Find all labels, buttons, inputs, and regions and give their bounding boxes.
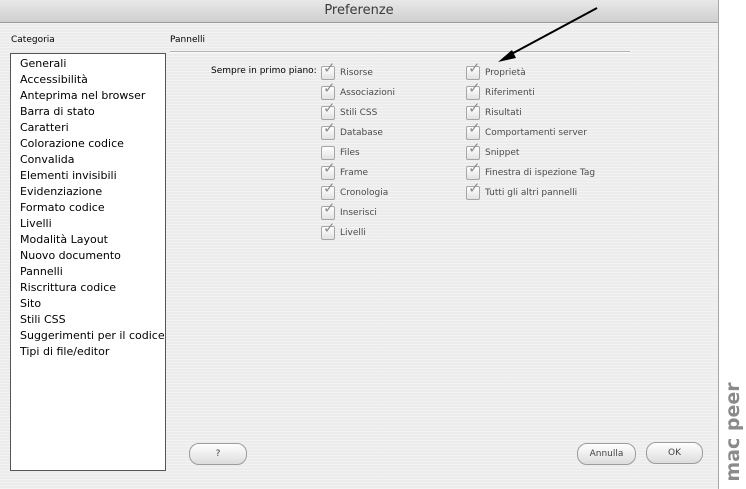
category-label: Categoria <box>11 35 55 45</box>
checkbox-label: Inserisci <box>340 208 377 218</box>
checkbox[interactable]: ✓ <box>466 121 481 140</box>
checkbox[interactable] <box>321 146 335 160</box>
checkmark-icon: ✓ <box>468 79 481 97</box>
cancel-button[interactable]: Annulla <box>577 443 636 465</box>
panel-checkbox-row[interactable]: ✓ Comportamenti server <box>466 121 595 143</box>
checkbox-label: Files <box>340 148 360 158</box>
checkmark-icon: ✓ <box>323 119 336 137</box>
checkmark-icon: ✓ <box>468 179 481 197</box>
panel-checkbox-row[interactable]: ✓ Risultati <box>466 101 595 123</box>
checkbox-label: Snippet <box>485 148 520 158</box>
watermark: mac peer <box>719 378 746 486</box>
category-item[interactable]: Riscrittura codice <box>11 280 165 296</box>
category-item[interactable]: Anteprima nel browser <box>11 88 165 104</box>
category-item[interactable]: Formato codice <box>11 200 165 216</box>
watermark-text: mac peer <box>721 382 744 482</box>
checkbox-label: Stili CSS <box>340 108 378 118</box>
checkmark-icon: ✓ <box>468 119 481 137</box>
checkbox[interactable]: ✓ <box>321 81 336 100</box>
preferences-window: Preferenze Categoria Generali Accessibili… <box>0 0 719 489</box>
checkbox[interactable]: ✓ <box>466 181 481 200</box>
checkbox-label: Frame <box>340 168 369 178</box>
checkmark-icon: ✓ <box>323 99 336 117</box>
checkmark-icon: ✓ <box>323 79 336 97</box>
checkbox[interactable]: ✓ <box>321 201 336 220</box>
category-item[interactable]: Modalità Layout <box>11 232 165 248</box>
checkmark-icon: ✓ <box>323 179 336 197</box>
category-item[interactable]: Nuovo documento <box>11 248 165 264</box>
checkbox-label: Finestra di ispezione Tag <box>485 168 596 178</box>
category-item[interactable]: Barra di stato <box>11 104 165 120</box>
window-title: Preferenze <box>0 0 718 23</box>
checkmark-icon: ✓ <box>468 99 481 117</box>
help-button[interactable]: ? <box>189 443 247 465</box>
checkmark-icon: ✓ <box>468 159 481 177</box>
checkmark-icon: ✓ <box>323 59 336 77</box>
checkbox-label: Tutti gli altri pannelli <box>485 188 578 198</box>
category-item[interactable]: Convalida <box>11 152 165 168</box>
checkmark-icon: ✓ <box>468 139 481 157</box>
category-item[interactable]: Pannelli <box>11 264 165 280</box>
checkmark-icon: ✓ <box>323 159 336 177</box>
panel-title: Pannelli <box>170 35 205 45</box>
checkbox[interactable]: ✓ <box>321 121 336 140</box>
checkbox[interactable]: ✓ <box>321 161 336 180</box>
always-on-top-label: Sempre in primo piano: <box>211 66 317 76</box>
annotation-arrow <box>498 7 598 62</box>
left-checkbox-column: ✓ Risorse ✓ Associazioni ✓ Stili CSS ✓ Database… <box>321 61 395 243</box>
checkbox-label: Database <box>340 128 383 138</box>
panel-checkbox-row[interactable]: ✓ Database <box>321 121 395 143</box>
checkbox-label: Riferimenti <box>485 88 535 98</box>
checkbox[interactable]: ✓ <box>466 101 481 120</box>
checkbox[interactable]: ✓ <box>321 61 336 80</box>
category-item[interactable]: Accessibilità <box>11 72 165 88</box>
category-item[interactable]: Stili CSS <box>11 312 165 328</box>
category-list[interactable]: Generali Accessibilità Anteprima nel brows… <box>10 53 166 471</box>
category-item[interactable]: Caratteri <box>11 120 165 136</box>
category-item[interactable]: Elementi invisibili <box>11 168 165 184</box>
category-item[interactable]: Tipi di file/editor <box>11 344 165 360</box>
panel-checkbox-row[interactable]: ✓ Livelli <box>321 221 395 243</box>
panel-checkbox-row[interactable]: ✓ Finestra di ispezione Tag <box>466 161 596 183</box>
panel-checkbox-row[interactable]: ✓ Snippet <box>466 141 595 163</box>
checkbox[interactable]: ✓ <box>466 141 481 160</box>
checkbox[interactable]: ✓ <box>321 221 336 240</box>
category-item[interactable]: Sito <box>11 296 165 312</box>
category-item[interactable]: Generali <box>11 56 165 72</box>
checkbox[interactable]: ✓ <box>466 81 481 100</box>
checkbox-label: Cronologia <box>340 188 389 198</box>
right-checkbox-column: ✓ Proprietà ✓ Riferimenti ✓ Risultati ✓ Comport… <box>466 61 596 203</box>
checkbox-label: Comportamenti server <box>485 128 587 138</box>
checkbox[interactable]: ✓ <box>321 101 336 120</box>
category-item[interactable]: Evidenziazione <box>11 184 165 200</box>
checkmark-icon: ✓ <box>468 59 481 77</box>
checkmark-icon: ✓ <box>323 219 336 237</box>
category-item[interactable]: Suggerimenti per il codice <box>11 328 165 344</box>
checkbox[interactable]: ✓ <box>466 161 481 180</box>
checkbox-label: Associazioni <box>340 88 395 98</box>
ok-button[interactable]: OK <box>646 442 703 464</box>
panel-checkbox-row[interactable]: ✓ Tutti gli altri pannelli <box>466 181 595 203</box>
checkbox-label: Risultati <box>485 108 522 118</box>
checkmark-icon: ✓ <box>323 199 336 217</box>
category-item[interactable]: Livelli <box>11 216 165 232</box>
checkbox-label: Livelli <box>340 228 366 238</box>
checkbox[interactable]: ✓ <box>466 61 481 80</box>
checkbox-label: Risorse <box>340 68 373 78</box>
checkbox[interactable]: ✓ <box>321 181 336 200</box>
category-item[interactable]: Colorazione codice <box>11 136 165 152</box>
panel-checkbox-row[interactable]: ✓ Riferimenti <box>466 81 595 103</box>
